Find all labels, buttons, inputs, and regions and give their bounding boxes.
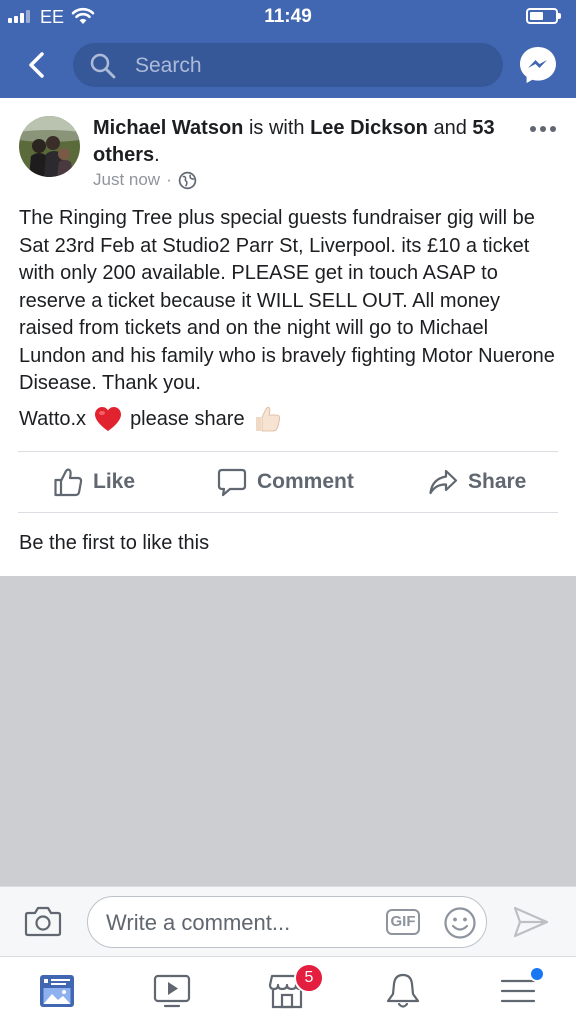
- author-avatar[interactable]: [19, 116, 80, 177]
- like-thumb-icon: [54, 468, 83, 497]
- top-app-bar: EE 11:49 Search: [0, 0, 576, 98]
- share-arrow-icon: [429, 469, 458, 495]
- signoff-text: Watto.x: [19, 407, 87, 430]
- post-header: Michael Watson is with Lee Dickson and 5…: [93, 115, 513, 169]
- share-request-text: please share: [130, 407, 245, 430]
- post-signoff: Watto.x please share: [19, 405, 281, 433]
- search-icon: [90, 53, 116, 79]
- comment-button[interactable]: Comment: [217, 452, 354, 512]
- comment-bubble-icon: [217, 468, 247, 497]
- red-heart-icon: [95, 407, 122, 431]
- messenger-icon[interactable]: [518, 45, 558, 85]
- public-globe-icon[interactable]: [178, 171, 197, 190]
- bottom-tab-bar: [0, 956, 576, 1024]
- like-label: Like: [93, 470, 136, 493]
- tagged-person[interactable]: Lee Dickson: [310, 117, 428, 139]
- watch-icon[interactable]: [152, 971, 192, 1011]
- post-body: The Ringing Tree plus special guests fun…: [19, 207, 555, 394]
- marketplace-notification-badge: 5: [294, 963, 324, 993]
- empty-comments-area: [0, 576, 576, 886]
- and-text: and: [427, 117, 473, 139]
- reactions-summary: Be the first to like this: [19, 532, 210, 554]
- divider: [18, 512, 558, 513]
- thumbs-up-emoji-icon: [255, 406, 280, 432]
- battery-icon: [526, 8, 561, 24]
- send-icon[interactable]: [512, 905, 550, 939]
- back-arrow-icon[interactable]: [22, 50, 52, 80]
- post-actions: Like Comment Share: [0, 452, 576, 512]
- status-time: 11:49: [264, 6, 312, 27]
- post-meta: Just now ·: [93, 170, 197, 190]
- comment-composer: Write a comment... GIF: [0, 886, 576, 957]
- like-button[interactable]: Like: [53, 452, 135, 512]
- menu-indicator-dot: [529, 966, 545, 982]
- share-label: Share: [468, 470, 527, 493]
- search-bar[interactable]: Search: [73, 43, 503, 87]
- search-placeholder: Search: [135, 54, 202, 77]
- more-options-icon[interactable]: [530, 126, 556, 132]
- comment-placeholder: Write a comment...: [106, 910, 291, 935]
- with-text: is with: [243, 117, 311, 139]
- news-feed-icon[interactable]: [37, 971, 77, 1011]
- meta-separator: ·: [166, 170, 172, 189]
- share-button[interactable]: Share: [428, 452, 526, 512]
- notifications-icon[interactable]: [383, 971, 423, 1011]
- status-bar: EE 11:49: [0, 0, 576, 34]
- gif-button[interactable]: GIF: [386, 909, 420, 935]
- comment-input[interactable]: Write a comment... GIF: [87, 896, 487, 948]
- comment-label: Comment: [257, 470, 354, 493]
- post-timestamp[interactable]: Just now: [93, 170, 160, 190]
- emoji-smiley-icon[interactable]: [443, 906, 477, 940]
- camera-icon[interactable]: [24, 904, 62, 938]
- header-period: .: [154, 144, 160, 166]
- author-name[interactable]: Michael Watson: [93, 117, 243, 139]
